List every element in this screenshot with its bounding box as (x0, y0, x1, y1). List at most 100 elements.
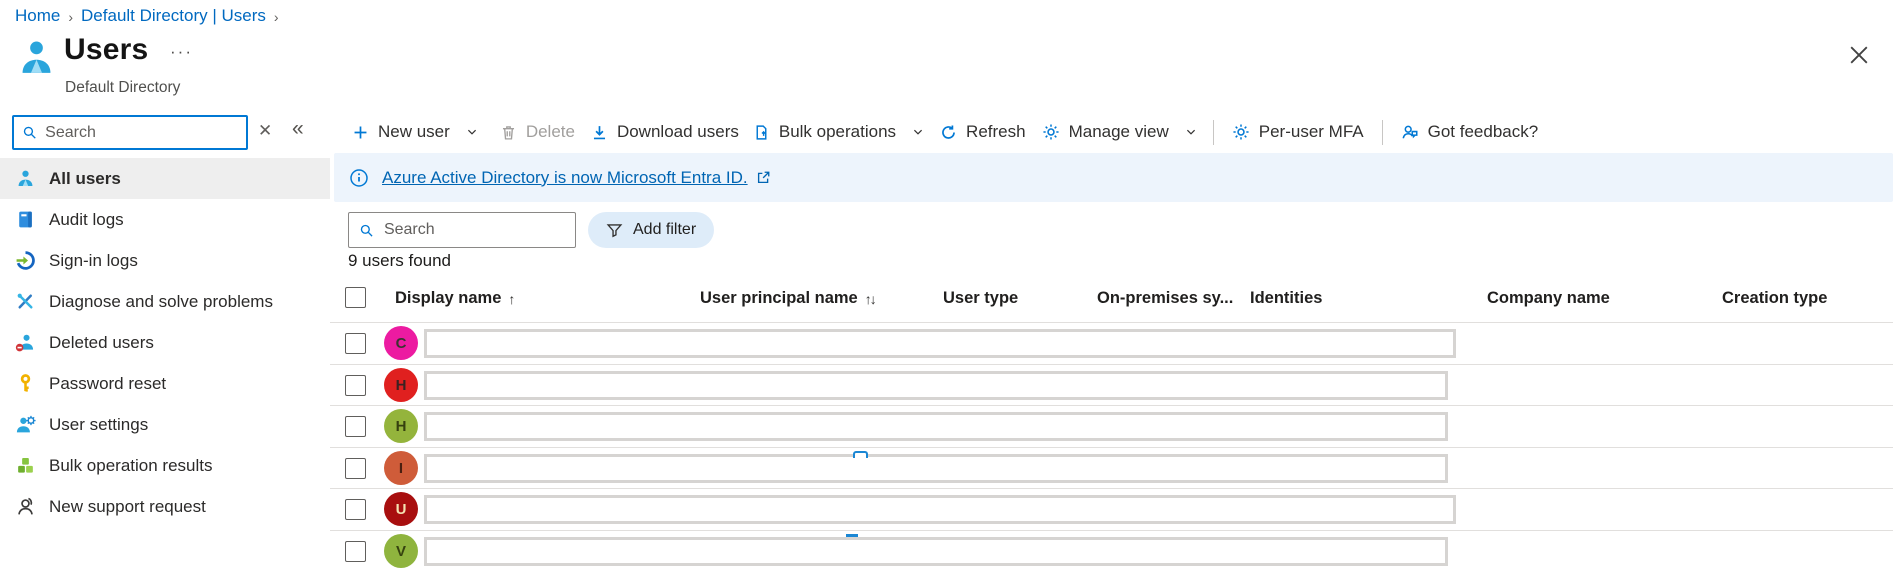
results-count: 9 users found (348, 251, 451, 271)
sidebar-item-diagnose[interactable]: Diagnose and solve problems (0, 281, 330, 322)
column-header-user-principal-name[interactable]: User principal name↑↓ (700, 289, 875, 308)
close-icon[interactable] (1846, 42, 1872, 68)
column-header-on-premises-sync[interactable]: On-premises sy... (1097, 289, 1233, 308)
redacted-name-box (424, 537, 1448, 566)
password-reset-icon (15, 373, 36, 394)
sidebar-item-audit-logs[interactable]: Audit logs (0, 199, 330, 240)
column-header-company-name[interactable]: Company name (1487, 289, 1610, 308)
redacted-name-box (424, 371, 1448, 400)
column-header-identities[interactable]: Identities (1250, 289, 1322, 308)
table-row: U (330, 488, 1893, 529)
per-user-mfa-button[interactable]: Per-user MFA (1232, 122, 1364, 142)
sidebar-item-all-users[interactable]: All users (0, 158, 330, 199)
bulk-operations-label: Bulk operations (779, 122, 896, 142)
redacted-name-box (424, 495, 1456, 524)
table-row: V (330, 530, 1893, 571)
info-icon (349, 168, 369, 188)
download-users-button[interactable]: Download users (591, 122, 739, 142)
users-page-icon (16, 37, 57, 78)
got-feedback-button[interactable]: Got feedback? (1401, 122, 1539, 142)
add-filter-button[interactable]: Add filter (588, 212, 714, 248)
deleted-users-icon (15, 332, 36, 353)
table-row: H (330, 405, 1893, 446)
breadcrumb: Home › Default Directory | Users › (15, 6, 279, 26)
page-context-menu-button[interactable]: ··· (170, 42, 193, 62)
azure-users-page: Home › Default Directory | Users › Users… (0, 0, 1893, 571)
sidebar-item-user-settings[interactable]: User settings (0, 404, 330, 445)
new-user-label: New user (378, 122, 450, 142)
sidebar-search-input[interactable] (45, 124, 238, 142)
sort-both-icon: ↑↓ (865, 291, 875, 307)
avatar: V (384, 534, 418, 568)
row-checkbox[interactable] (345, 499, 366, 520)
plus-icon (352, 124, 369, 141)
redacted-name-box (424, 412, 1448, 441)
page-subtitle: Default Directory (65, 79, 180, 97)
page-title: Users (64, 33, 148, 67)
redacted-name-box (424, 454, 1448, 483)
collapse-sidebar-icon[interactable]: « (292, 117, 304, 141)
sidebar-item-password-reset[interactable]: Password reset (0, 363, 330, 404)
column-header-display-name[interactable]: Display name↑ (395, 289, 513, 308)
breadcrumb-current-link[interactable]: Default Directory | Users (81, 6, 266, 26)
toolbar-divider (1382, 120, 1383, 145)
refresh-icon (940, 124, 957, 141)
delete-button[interactable]: Delete (500, 122, 575, 142)
diagnose-icon (15, 291, 36, 312)
refresh-button[interactable]: Refresh (940, 122, 1026, 142)
select-all-checkbox[interactable] (345, 287, 366, 308)
gear-icon (1042, 123, 1060, 141)
new-user-button[interactable]: New user (352, 122, 478, 142)
row-checkbox[interactable] (345, 333, 366, 354)
sidebar-item-label: Password reset (49, 374, 166, 394)
entra-id-banner-link[interactable]: Azure Active Directory is now Microsoft … (382, 168, 771, 188)
row-checkbox[interactable] (345, 458, 366, 479)
redacted-name-box (424, 329, 1456, 358)
sidebar-item-new-support-request[interactable]: New support request (0, 486, 330, 527)
manage-view-button[interactable]: Manage view (1042, 122, 1197, 142)
search-icon (22, 124, 37, 141)
document-arrow-icon (753, 124, 770, 141)
chevron-right-icon: › (68, 8, 73, 25)
sidebar-item-label: User settings (49, 415, 148, 435)
table-row: I (330, 447, 1893, 488)
chevron-right-icon: › (274, 8, 279, 25)
redacted-peek-icon (853, 451, 868, 458)
column-header-user-type[interactable]: User type (943, 289, 1018, 308)
avatar: I (384, 451, 418, 485)
sidebar-nav: All users Audit logs Sign-in logs Diagno… (0, 158, 330, 527)
bulk-operations-button[interactable]: Bulk operations (753, 122, 924, 142)
got-feedback-label: Got feedback? (1428, 122, 1539, 142)
breadcrumb-home-link[interactable]: Home (15, 6, 60, 26)
feedback-person-icon (1401, 123, 1419, 141)
clear-search-icon[interactable]: ✕ (258, 121, 272, 141)
chevron-down-icon (466, 126, 478, 138)
support-request-icon (15, 496, 36, 517)
avatar: H (384, 409, 418, 443)
user-list-search-input[interactable] (384, 221, 565, 239)
chevron-down-icon (1185, 126, 1197, 138)
sidebar-item-bulk-operation-results[interactable]: Bulk operation results (0, 445, 330, 486)
table-row: C (330, 322, 1893, 363)
sidebar-item-label: Audit logs (49, 210, 124, 230)
avatar: C (384, 326, 418, 360)
users-icon (15, 168, 36, 189)
add-filter-label: Add filter (633, 221, 696, 239)
search-icon (359, 222, 374, 239)
user-settings-icon (15, 414, 36, 435)
row-checkbox[interactable] (345, 416, 366, 437)
gear-icon (1232, 123, 1250, 141)
audit-logs-icon (15, 209, 36, 230)
row-checkbox[interactable] (345, 375, 366, 396)
sidebar-item-label: New support request (49, 497, 206, 517)
user-list-search (348, 212, 576, 248)
sidebar-item-label: All users (49, 169, 121, 189)
sidebar-item-sign-in-logs[interactable]: Sign-in logs (0, 240, 330, 281)
info-banner: Azure Active Directory is now Microsoft … (334, 153, 1893, 202)
sidebar-item-deleted-users[interactable]: Deleted users (0, 322, 330, 363)
download-icon (591, 124, 608, 141)
avatar: H (384, 368, 418, 402)
redacted-peek-icon (846, 534, 858, 537)
row-checkbox[interactable] (345, 541, 366, 562)
column-header-creation-type[interactable]: Creation type (1722, 289, 1827, 308)
